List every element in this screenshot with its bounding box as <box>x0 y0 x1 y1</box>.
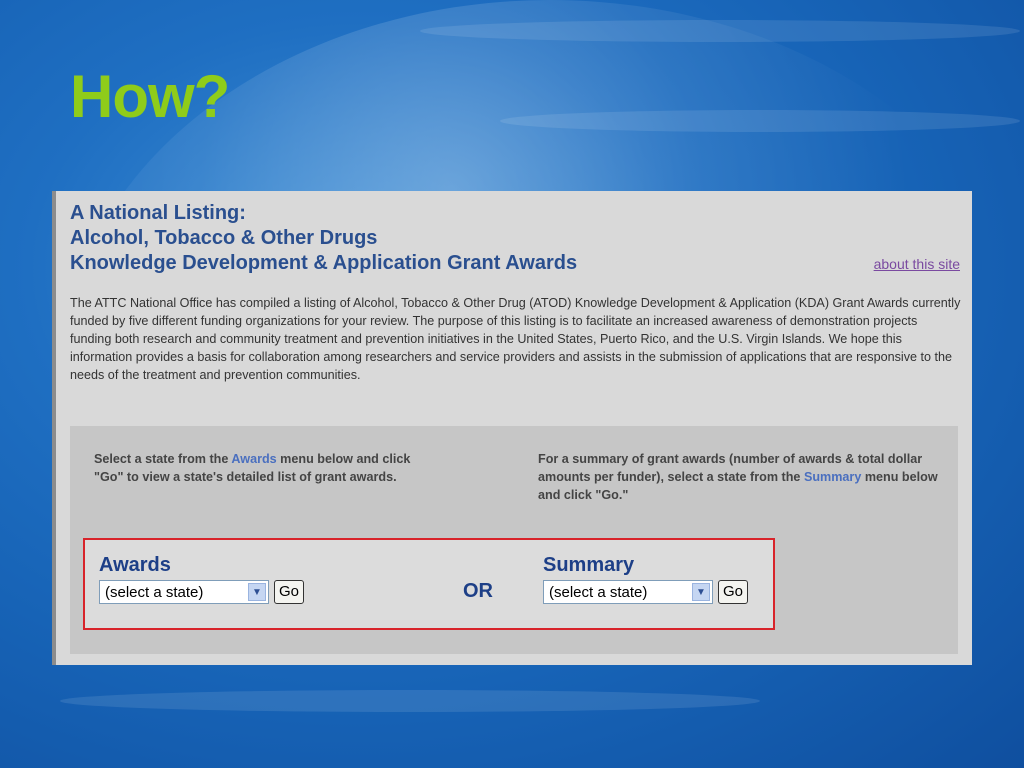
awards-state-select[interactable]: (select a state) ▼ <box>99 580 269 604</box>
page-heading: A National Listing: Alcohol, Tobacco & O… <box>70 201 577 276</box>
awards-instructions-text: Select a state from the <box>94 452 232 466</box>
heading-line-3: Knowledge Development & Application Gran… <box>70 252 578 274</box>
awards-select-value: (select a state) <box>105 584 204 601</box>
selection-area: Select a state from the Awards menu belo… <box>70 426 958 654</box>
chevron-down-icon: ▼ <box>248 583 266 601</box>
background-streak <box>60 690 760 712</box>
summary-go-button[interactable]: Go <box>718 580 749 604</box>
summary-instructions-highlight: Summary <box>803 470 862 484</box>
heading-line-2: Alcohol, Tobacco & Other Drugs <box>70 227 378 249</box>
awards-label: Awards <box>99 554 171 576</box>
summary-select-value: (select a state) <box>549 584 648 601</box>
about-this-site-link[interactable]: about this site <box>874 256 960 272</box>
summary-instructions: For a summary of grant awards (number of… <box>538 450 943 504</box>
awards-go-button[interactable]: Go <box>274 580 305 604</box>
highlight-box: Awards (select a state) ▼ Go OR Summary … <box>83 538 775 630</box>
slide-title: How? <box>70 63 230 130</box>
chevron-down-icon: ▼ <box>692 583 710 601</box>
website-screenshot-panel: A National Listing: Alcohol, Tobacco & O… <box>52 191 972 665</box>
summary-state-select[interactable]: (select a state) ▼ <box>543 580 713 604</box>
summary-label: Summary <box>543 554 635 576</box>
background-streak <box>420 20 1020 42</box>
heading-line-1: A National Listing: <box>70 202 246 224</box>
background-streak <box>500 110 1020 132</box>
intro-paragraph: The ATTC National Office has compiled a … <box>70 296 961 382</box>
awards-instructions: Select a state from the Awards menu belo… <box>94 450 424 486</box>
or-label: OR <box>463 580 493 602</box>
awards-instructions-highlight: Awards <box>231 452 277 466</box>
